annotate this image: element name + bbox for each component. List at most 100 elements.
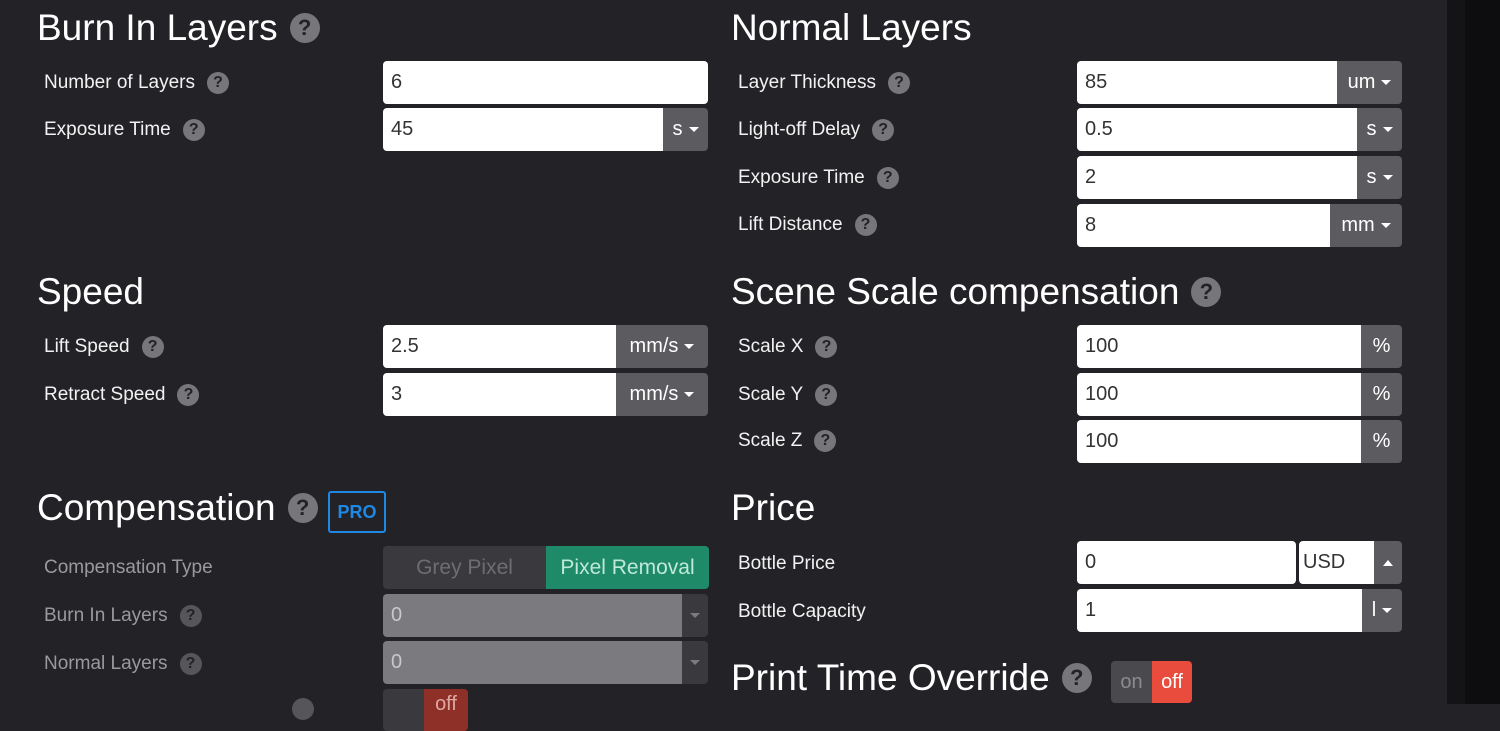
comp-burn-in-layers-select[interactable]: 0 xyxy=(383,594,682,637)
toggle-on[interactable]: on xyxy=(1111,661,1152,703)
scale-x-input[interactable]: 100 xyxy=(1077,325,1361,368)
bottle-price-label: Bottle Price xyxy=(738,553,836,574)
unit-dropdown[interactable]: l xyxy=(1362,589,1402,632)
currency-dropdown-button[interactable] xyxy=(1374,541,1402,584)
lift-speed-field[interactable]: 2.5 mm/s xyxy=(383,325,708,368)
chevron-down-icon xyxy=(1380,223,1391,228)
layer-thickness-field[interactable]: 85 um xyxy=(1077,61,1402,104)
scale-z-input[interactable]: 100 xyxy=(1077,420,1361,463)
help-icon[interactable]: ? xyxy=(1061,663,1092,693)
normal-exposure-time-label: Exposure Time? xyxy=(738,165,899,191)
scale-y-label: Scale Y? xyxy=(738,382,838,408)
unit-dropdown[interactable]: s xyxy=(1357,156,1402,199)
help-icon[interactable]: ? xyxy=(141,336,164,358)
print-time-override-heading: Print Time Override ? xyxy=(731,656,1092,700)
dropdown-button[interactable] xyxy=(682,641,708,684)
scale-y-input[interactable]: 100 xyxy=(1077,373,1361,416)
compensation-partial-toggle[interactable]: off xyxy=(383,689,468,731)
chevron-down-icon xyxy=(1381,80,1392,85)
chevron-down-icon xyxy=(690,660,700,665)
compensation-type-selector[interactable]: Grey Pixel Pixel Removal xyxy=(383,546,709,589)
help-icon[interactable]: ? xyxy=(287,493,318,523)
compensation-type-label: Compensation Type xyxy=(44,557,213,578)
scale-z-field[interactable]: 100 % xyxy=(1077,420,1402,463)
comp-burn-in-layers-field[interactable]: 0 xyxy=(383,594,708,637)
help-icon[interactable]: ? xyxy=(854,214,877,236)
unit-dropdown[interactable]: mm/s xyxy=(616,373,708,416)
retract-speed-input[interactable]: 3 xyxy=(383,373,616,416)
unit-dropdown[interactable]: s xyxy=(663,108,708,151)
currency-value[interactable]: USD xyxy=(1299,541,1374,584)
bottle-capacity-input[interactable]: 1 xyxy=(1077,589,1362,632)
help-icon[interactable]: ? xyxy=(182,119,205,141)
burn-exposure-time-input[interactable]: 45 xyxy=(383,108,663,151)
scene-scale-heading: Scene Scale compensation ? xyxy=(731,270,1222,314)
chevron-down-icon xyxy=(684,344,695,349)
help-icon[interactable]: ? xyxy=(289,13,320,43)
light-off-delay-input[interactable]: 0.5 xyxy=(1077,108,1357,151)
unit-dropdown[interactable]: um xyxy=(1337,61,1402,104)
currency-select[interactable]: USD xyxy=(1299,541,1402,584)
help-icon[interactable]: ? xyxy=(815,384,838,406)
normal-layers-title: Normal Layers xyxy=(731,7,972,48)
unit-dropdown[interactable]: mm/s xyxy=(616,325,708,368)
comp-normal-layers-field[interactable]: 0 xyxy=(383,641,708,684)
scale-x-label: Scale X? xyxy=(738,334,838,360)
lift-speed-input[interactable]: 2.5 xyxy=(383,325,616,368)
bottle-capacity-field[interactable]: 1 l xyxy=(1077,589,1402,632)
speed-heading: Speed xyxy=(37,270,144,314)
help-icon[interactable]: ? xyxy=(179,605,202,627)
help-icon[interactable]: ? xyxy=(872,119,895,141)
help-icon[interactable]: ? xyxy=(876,167,899,189)
scene-scale-title: Scene Scale compensation xyxy=(731,271,1180,312)
help-icon[interactable]: ? xyxy=(888,72,910,94)
unit-dropdown[interactable]: mm xyxy=(1330,204,1402,247)
comp-normal-layers-label: Normal Layers? xyxy=(44,651,202,677)
help-icon[interactable]: ? xyxy=(207,72,230,94)
help-icon[interactable]: ? xyxy=(177,384,200,406)
bottle-price-field[interactable]: 0 xyxy=(1077,541,1296,584)
retract-speed-label: Retract Speed? xyxy=(44,382,200,408)
layer-thickness-input[interactable]: 85 xyxy=(1077,61,1337,104)
chevron-down-icon xyxy=(1382,175,1393,180)
pixel-removal-option[interactable]: Pixel Removal xyxy=(546,546,709,589)
burn-in-heading: Burn In Layers ? xyxy=(37,6,320,50)
toggle-off[interactable]: off xyxy=(424,689,468,731)
help-icon[interactable]: ? xyxy=(815,336,838,358)
toggle-on[interactable] xyxy=(383,689,424,731)
dropdown-button[interactable] xyxy=(682,594,708,637)
help-icon[interactable] xyxy=(292,698,314,720)
price-title: Price xyxy=(731,487,816,528)
scale-x-field[interactable]: 100 % xyxy=(1077,325,1402,368)
print-time-override-title: Print Time Override xyxy=(731,657,1050,698)
chevron-down-icon xyxy=(1382,127,1393,132)
unit-dropdown[interactable]: s xyxy=(1357,108,1402,151)
percent-addon: % xyxy=(1361,325,1402,368)
burn-in-title: Burn In Layers xyxy=(37,7,278,48)
retract-speed-field[interactable]: 3 mm/s xyxy=(383,373,708,416)
help-icon[interactable]: ? xyxy=(179,653,202,675)
lift-distance-input[interactable]: 8 xyxy=(1077,204,1330,247)
normal-exposure-time-field[interactable]: 2 s xyxy=(1077,156,1402,199)
scale-z-label: Scale Z? xyxy=(738,428,837,454)
light-off-delay-field[interactable]: 0.5 s xyxy=(1077,108,1402,151)
pro-badge: PRO xyxy=(328,491,386,533)
comp-normal-layers-select[interactable]: 0 xyxy=(383,641,682,684)
help-icon[interactable]: ? xyxy=(814,430,837,452)
grey-pixel-option[interactable]: Grey Pixel xyxy=(383,546,546,589)
burn-exposure-time-field[interactable]: 45 s xyxy=(383,108,708,151)
light-off-delay-label: Light-off Delay? xyxy=(738,117,895,143)
print-time-override-toggle[interactable]: on off xyxy=(1111,661,1192,703)
chevron-down-icon xyxy=(684,392,695,397)
normal-exposure-time-input[interactable]: 2 xyxy=(1077,156,1357,199)
percent-addon: % xyxy=(1361,373,1402,416)
number-of-layers-field[interactable]: 6 xyxy=(383,61,708,104)
bottle-capacity-label: Bottle Capacity xyxy=(738,601,866,622)
bottle-price-input[interactable]: 0 xyxy=(1077,541,1296,584)
scale-y-field[interactable]: 100 % xyxy=(1077,373,1402,416)
number-of-layers-input[interactable]: 6 xyxy=(383,61,708,104)
help-icon[interactable]: ? xyxy=(1191,277,1222,307)
lift-distance-field[interactable]: 8 mm xyxy=(1077,204,1402,247)
toggle-off[interactable]: off xyxy=(1152,661,1192,703)
percent-addon: % xyxy=(1361,420,1402,463)
